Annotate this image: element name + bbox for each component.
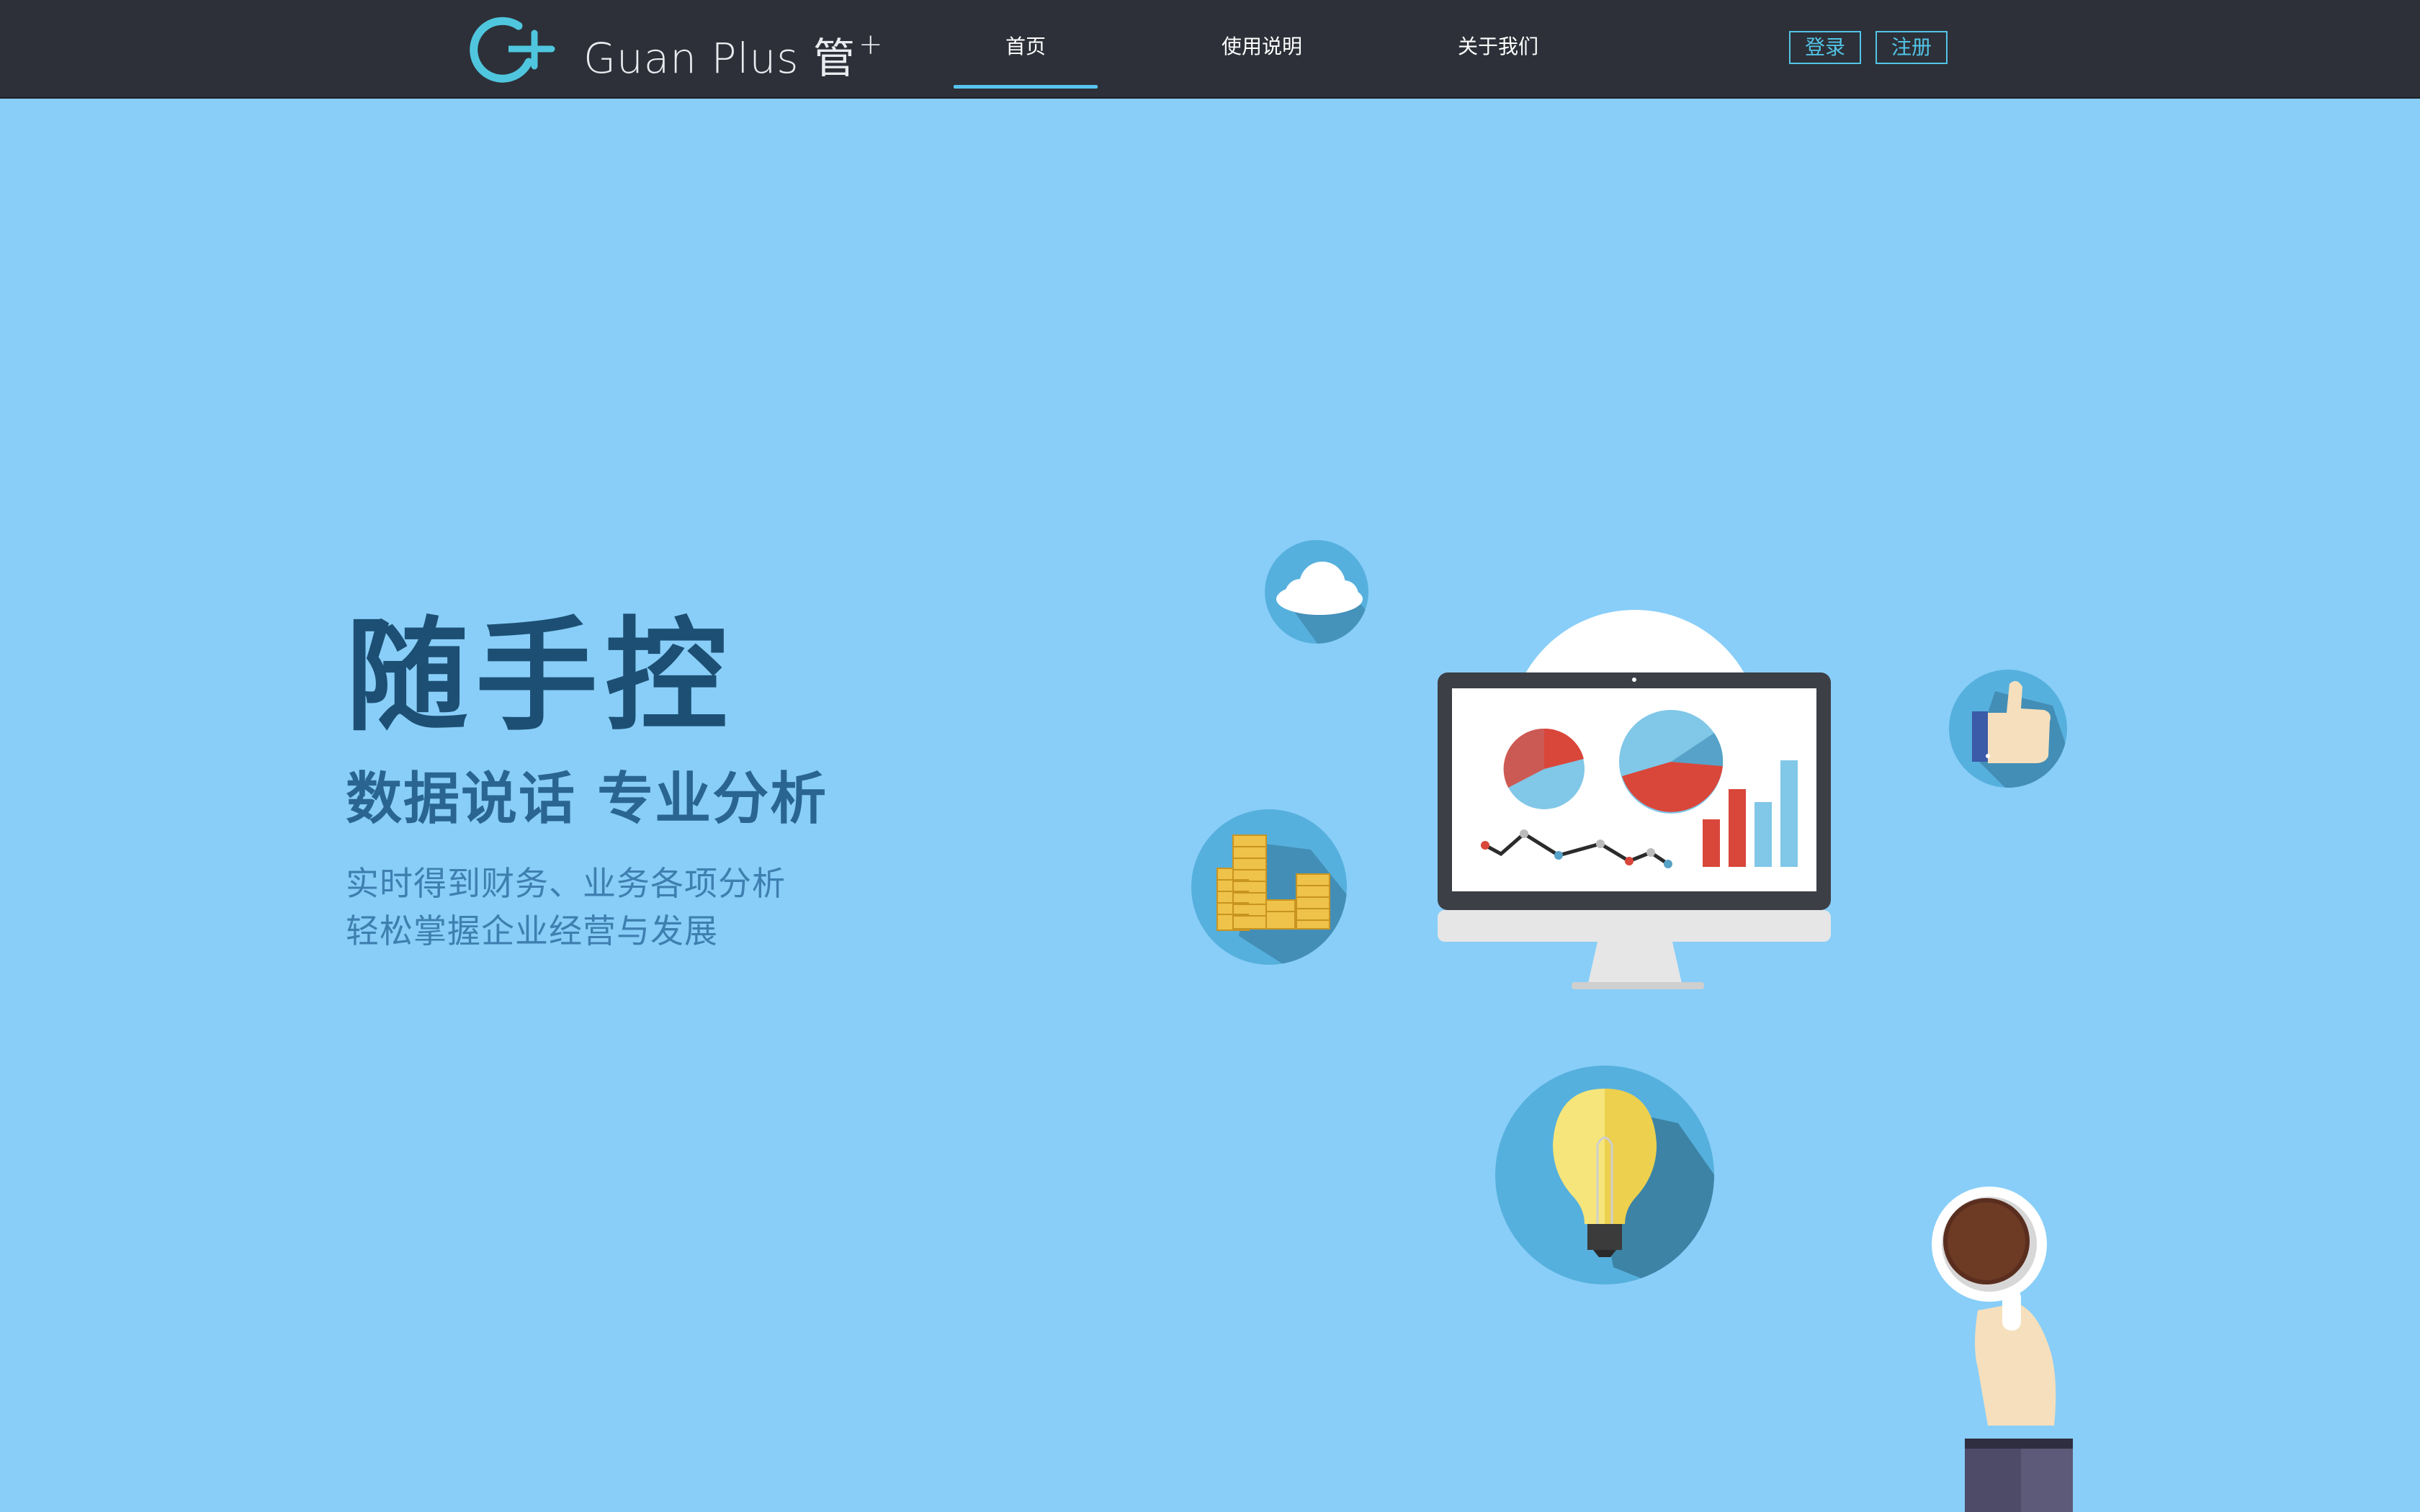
- nav-active-indicator: [954, 85, 1098, 89]
- lightbulb-icon: [1495, 1066, 1714, 1284]
- monitor-icon: [1438, 610, 1831, 989]
- hero-description-line-2: 轻松掌握企业经营与发展: [346, 912, 718, 950]
- nav-usage-guide[interactable]: 使用说明: [1190, 29, 1334, 65]
- hero-subtitle: 数据说话 专业分析: [346, 767, 828, 832]
- coins-icon: [1191, 809, 1347, 965]
- login-button[interactable]: 登录: [1789, 31, 1861, 64]
- brand-plus: +: [858, 27, 884, 61]
- nav-about-us[interactable]: 关于我们: [1426, 29, 1570, 65]
- hero-description-line-1: 实时得到财务、业务各项分析: [346, 864, 786, 903]
- thumbs-up-icon: [1949, 670, 2067, 788]
- brand-text: Guan Plus 管: [583, 34, 856, 83]
- guan-plus-logo-icon[interactable]: [467, 12, 560, 86]
- cloud-icon: [1265, 540, 1368, 644]
- hero-title: 随手控: [346, 606, 735, 748]
- coffee-cup-icon: [1932, 1187, 2073, 1512]
- register-button[interactable]: 注册: [1876, 31, 1948, 64]
- hero-illustration: [1191, 540, 2073, 1512]
- top-navbar: Guan Plus 管 + 首页 使用说明 关于我们 登录 注册: [0, 0, 2420, 99]
- brand-name[interactable]: Guan Plus 管 +: [583, 24, 884, 83]
- nav-home[interactable]: 首页: [954, 29, 1098, 65]
